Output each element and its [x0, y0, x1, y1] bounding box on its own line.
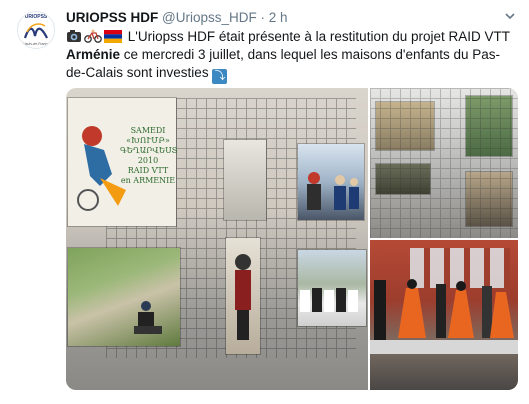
display-name[interactable]: URIOPSS HDF: [66, 10, 158, 25]
poster-line-2: «ԽՈՒՄԲ»: [126, 136, 170, 145]
tweet-text-part2: ce mercredi 3 juillet, dans lequel les m…: [66, 47, 501, 80]
cyclist-silhouette-icon: [134, 301, 162, 334]
poster-mountain-road: [68, 248, 180, 346]
bicycle-emoji-icon: [84, 29, 102, 43]
rider-icon: [235, 254, 251, 340]
media-grid[interactable]: SAMEDI «ԽՈՒՄԲ» ԳԵՂԱՐՎԵՍՏ 2010 RAID VTT e…: [66, 88, 518, 390]
tweet-header: URIOPSS HDF @Uriopss_HDF · 2 h: [66, 10, 288, 25]
tweet-text-part1: L'Uriopss HDF était présente à la restit…: [127, 29, 510, 44]
handle[interactable]: @Uriopss_HDF: [162, 10, 257, 25]
tweet-bold-word: Arménie: [66, 47, 121, 62]
camera-emoji-icon: [67, 30, 81, 42]
chevron-down-icon[interactable]: [503, 9, 517, 23]
photo-3[interactable]: [370, 240, 518, 390]
separator: ·: [260, 10, 266, 25]
poster-line-6: en ARMENIE: [120, 176, 176, 185]
poster-cyclists: [298, 144, 364, 220]
poster-line-5: RAID VTT: [127, 166, 169, 175]
arrow-down-emoji-icon: ⤵: [212, 69, 228, 84]
poster-line-3: ԳԵՂԱՐՎԵՍՏ: [120, 146, 178, 155]
poster-line-4: 2010: [137, 156, 159, 165]
photo-2[interactable]: [370, 88, 518, 238]
cyclists-group-icon: [307, 172, 359, 210]
uriopss-logo-icon: [23, 23, 48, 39]
performers-icon: [374, 279, 514, 340]
avatar-tagline: Hauts-de-France: [22, 42, 50, 46]
timestamp[interactable]: 2 h: [269, 10, 288, 25]
avatar[interactable]: URIOPSS Hauts-de-France: [17, 11, 55, 49]
poster-landscape-small: [224, 140, 266, 220]
poster-line-1: SAMEDI: [130, 126, 166, 135]
poster-rider-portrait: [226, 238, 260, 354]
armenia-flag-icon: [104, 30, 122, 43]
poster-raid-vtt: SAMEDI «ԽՈՒՄԲ» ԳԵՂԱՐՎԵՍՏ 2010 RAID VTT e…: [68, 98, 178, 226]
photo-1[interactable]: SAMEDI «ԽՈՒՄԲ» ԳԵՂԱՐՎԵՍՏ 2010 RAID VTT e…: [66, 88, 368, 390]
tweet-text: L'Uriopss HDF était présente à la restit…: [66, 28, 516, 84]
poster-group-photo: [298, 250, 366, 326]
group-people-icon: [300, 288, 358, 312]
